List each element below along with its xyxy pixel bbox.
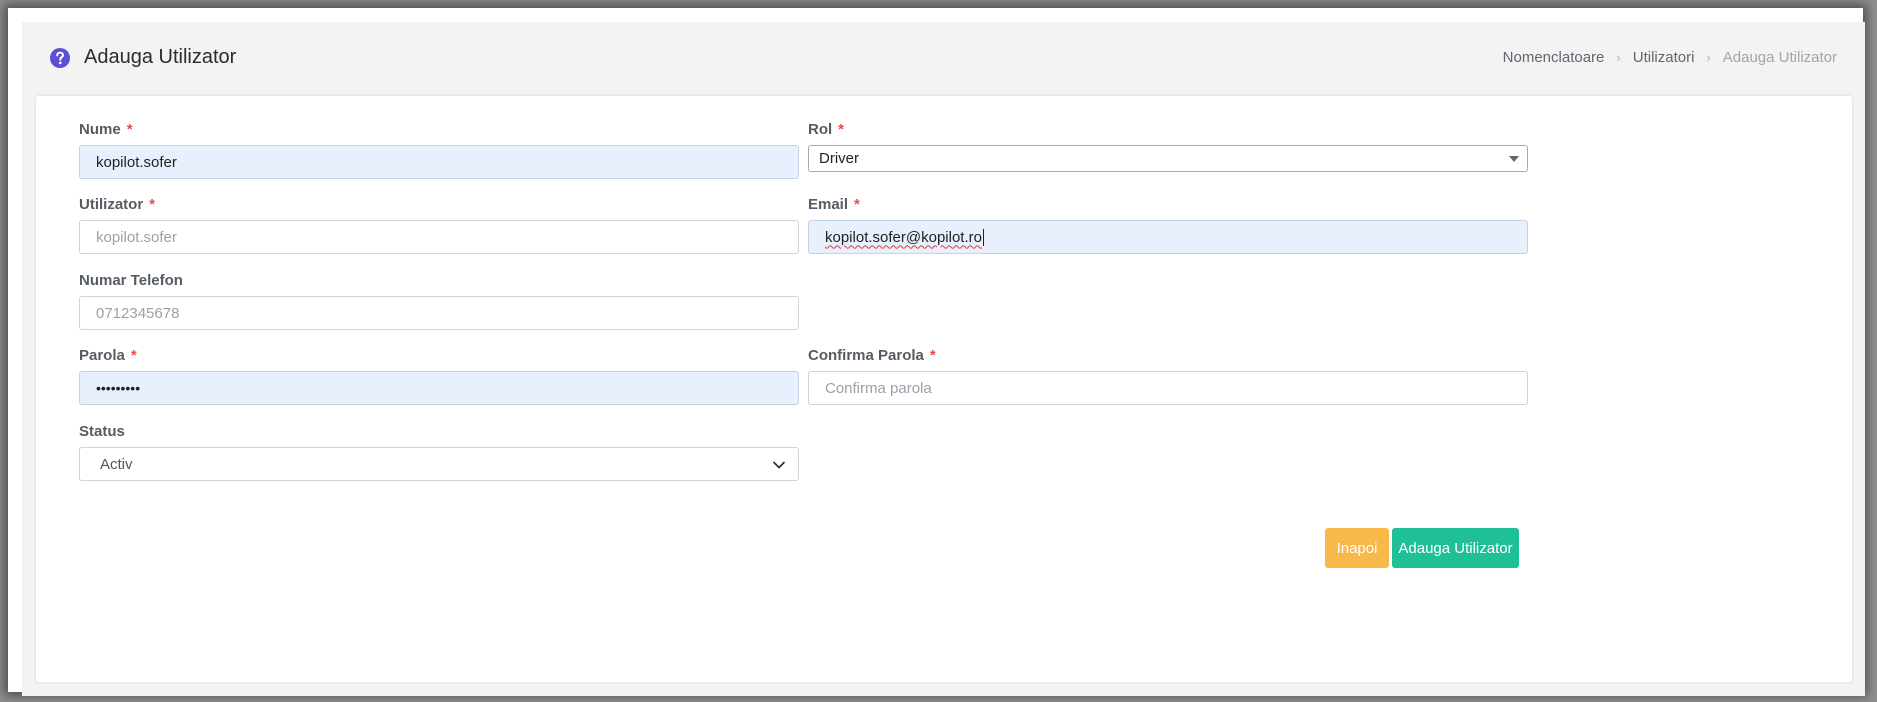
required-marker: * [149, 196, 156, 213]
chevron-right-icon: › [1616, 50, 1621, 65]
window-frame: Adauga Utilizator Nomenclatoare › Utiliz… [8, 8, 1865, 696]
required-marker: * [838, 121, 845, 138]
breadcrumb: Nomenclatoare › Utilizatori › Adauga Uti… [1503, 49, 1837, 66]
parola-input[interactable]: ••••••••• [79, 371, 799, 405]
email-label-text: Email [808, 196, 849, 213]
utilizator-label: Utilizator * [79, 196, 155, 213]
telefon-label: Numar Telefon [79, 272, 183, 289]
nume-label: Nume * [79, 121, 133, 138]
caret-down-icon [1509, 156, 1519, 162]
chevron-down-icon [773, 461, 785, 469]
breadcrumb-item-current: Adauga Utilizator [1722, 49, 1837, 66]
email-input[interactable]: kopilot.sofer@kopilot.ro [808, 220, 1528, 254]
page: Adauga Utilizator Nomenclatoare › Utiliz… [22, 22, 1865, 696]
rol-label-text: Rol [808, 121, 833, 138]
status-label: Status [79, 423, 125, 440]
utilizator-label-text: Utilizator [79, 196, 144, 213]
telefon-label-text: Numar Telefon [79, 272, 183, 289]
parola-label: Parola * [79, 347, 137, 364]
confirma-label: Confirma Parola * [808, 347, 936, 364]
status-select[interactable]: Activ [79, 447, 799, 481]
text-cursor [982, 228, 984, 246]
nume-label-text: Nume [79, 121, 121, 138]
rol-label: Rol * [808, 121, 844, 138]
email-label: Email * [808, 196, 860, 213]
page-title: Adauga Utilizator [84, 46, 237, 68]
parola-masked-value: ••••••••• [96, 380, 141, 396]
utilizator-input[interactable] [79, 220, 799, 254]
confirma-parola-input[interactable] [808, 371, 1528, 405]
required-marker: * [126, 121, 133, 138]
chevron-right-icon: › [1706, 50, 1711, 65]
form-card: Nume * Rol * Driver Utilizator * Email * kop… [36, 96, 1852, 682]
nume-input[interactable] [79, 145, 799, 179]
status-label-text: Status [79, 423, 125, 440]
breadcrumb-item-nomenclatoare[interactable]: Nomenclatoare [1503, 49, 1605, 66]
page-header: Adauga Utilizator Nomenclatoare › Utiliz… [22, 22, 1865, 96]
back-button[interactable]: Inapoi [1325, 528, 1389, 568]
rol-select[interactable]: Driver [808, 145, 1528, 172]
required-marker: * [854, 196, 860, 213]
add-user-button[interactable]: Adauga Utilizator [1392, 528, 1519, 568]
email-value: kopilot.sofer@kopilot.ro [825, 228, 982, 246]
confirma-label-text: Confirma Parola [808, 347, 924, 364]
question-circle-icon[interactable] [49, 47, 71, 69]
status-selected-value: Activ [100, 455, 133, 473]
required-marker: * [130, 347, 137, 364]
breadcrumb-item-utilizatori[interactable]: Utilizatori [1633, 49, 1695, 66]
rol-selected-value: Driver [819, 150, 859, 167]
required-marker: * [929, 347, 936, 364]
parola-label-text: Parola [79, 347, 125, 364]
telefon-input[interactable] [79, 296, 799, 330]
